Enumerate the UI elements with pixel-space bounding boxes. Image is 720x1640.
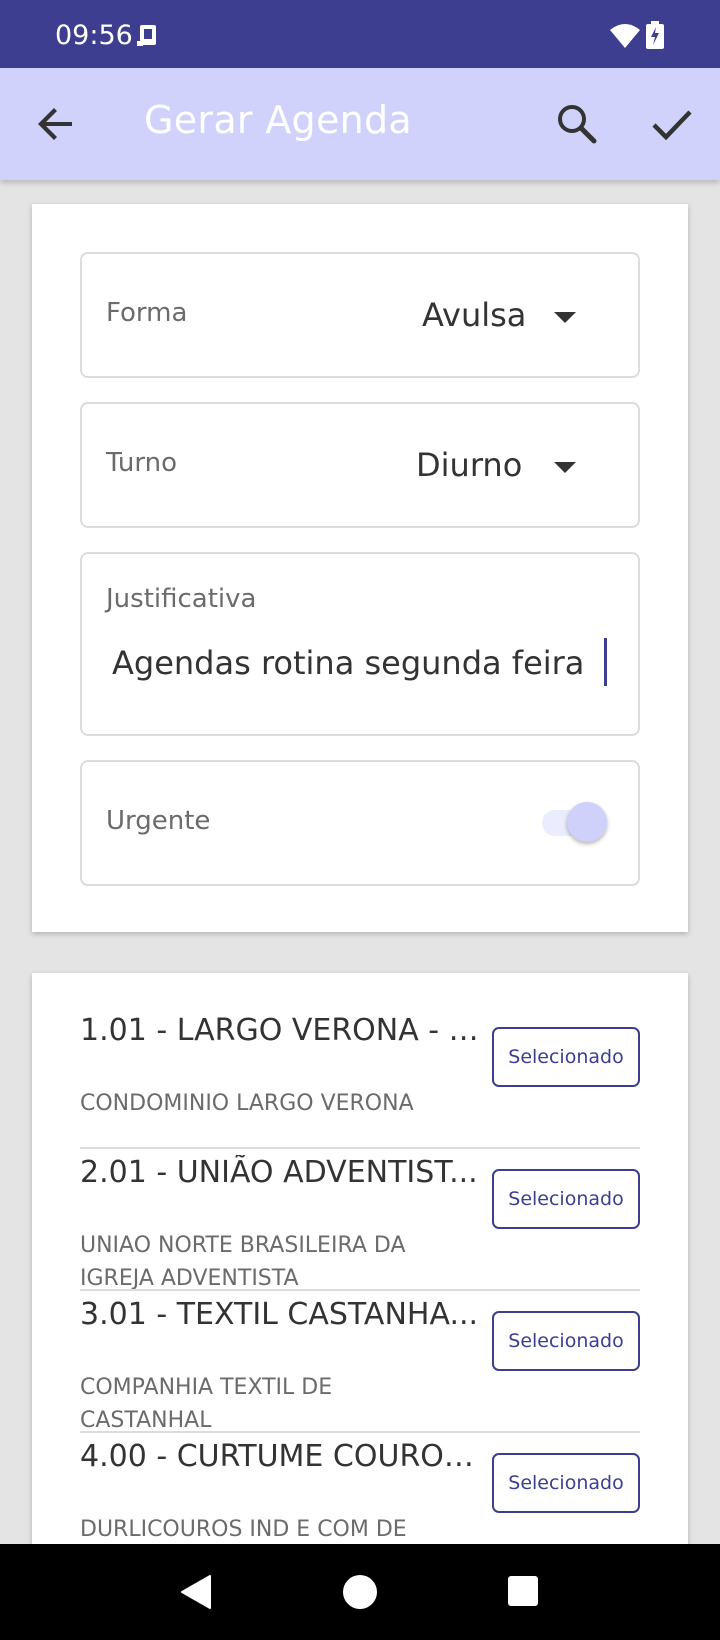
justificativa-label: Justificativa bbox=[106, 584, 257, 614]
list-item-title: 2.01 - UNIÃO ADVENTIST... bbox=[80, 1155, 478, 1190]
dropdown-arrow-icon bbox=[554, 312, 576, 323]
forma-dropdown[interactable]: Forma Avulsa bbox=[80, 252, 640, 378]
wifi-icon bbox=[610, 24, 640, 48]
divider bbox=[80, 1431, 640, 1433]
turno-value: Diurno bbox=[416, 446, 523, 484]
battery-charging-icon bbox=[646, 21, 664, 49]
status-bar: 09:56 bbox=[0, 0, 720, 68]
turno-label: Turno bbox=[106, 448, 178, 478]
system-navigation-bar bbox=[0, 1544, 720, 1640]
status-time: 09:56 bbox=[55, 20, 133, 51]
selected-button[interactable]: Selecionado bbox=[492, 1311, 640, 1371]
text-cursor bbox=[604, 638, 607, 686]
urgente-field: Urgente bbox=[80, 760, 640, 886]
divider bbox=[80, 1289, 640, 1291]
list-item-title: 3.01 - TEXTIL CASTANHA... bbox=[80, 1297, 479, 1332]
confirm-check-icon[interactable] bbox=[650, 102, 694, 146]
forma-value: Avulsa bbox=[422, 296, 527, 334]
page-title: Gerar Agenda bbox=[144, 98, 413, 142]
justificativa-input[interactable]: Agendas rotina segunda feira bbox=[112, 644, 584, 682]
nav-recents-icon[interactable] bbox=[507, 1575, 539, 1607]
selected-button[interactable]: Selecionado bbox=[492, 1027, 640, 1087]
dropdown-arrow-icon bbox=[554, 462, 576, 473]
form-card: Forma Avulsa Turno Diurno Justificativa … bbox=[32, 204, 688, 932]
client-list-card: 1.01 - LARGO VERONA - P... CONDOMINIO LA… bbox=[32, 973, 688, 1640]
nav-home-icon[interactable] bbox=[342, 1574, 378, 1610]
urgente-label: Urgente bbox=[106, 806, 211, 836]
list-item-subtitle: UNIAO NORTE BRASILEIRA DA IGREJA ADVENTI… bbox=[80, 1233, 406, 1291]
list-item-subtitle: COMPANHIA TEXTIL DE CASTANHAL bbox=[80, 1375, 333, 1433]
selected-button[interactable]: Selecionado bbox=[492, 1169, 640, 1229]
app-bar: Gerar Agenda bbox=[0, 68, 720, 180]
back-arrow-icon[interactable] bbox=[36, 104, 76, 144]
list-item-title: 1.01 - LARGO VERONA - P... bbox=[80, 1013, 480, 1048]
forma-label: Forma bbox=[106, 298, 188, 328]
selected-button[interactable]: Selecionado bbox=[492, 1453, 640, 1513]
search-icon[interactable] bbox=[555, 102, 599, 146]
nav-back-icon[interactable] bbox=[178, 1574, 214, 1610]
turno-dropdown[interactable]: Turno Diurno bbox=[80, 402, 640, 528]
justificativa-field[interactable]: Justificativa Agendas rotina segunda fei… bbox=[80, 552, 640, 736]
sim-card-icon bbox=[137, 25, 156, 46]
list-item-title: 4.00 - CURTUME COURO ... bbox=[80, 1439, 480, 1474]
list-item-subtitle: DURLICOUROS IND E COM DE bbox=[80, 1517, 407, 1542]
divider bbox=[80, 1147, 640, 1149]
list-item-subtitle: CONDOMINIO LARGO VERONA bbox=[80, 1091, 414, 1116]
urgente-toggle[interactable] bbox=[567, 802, 607, 842]
